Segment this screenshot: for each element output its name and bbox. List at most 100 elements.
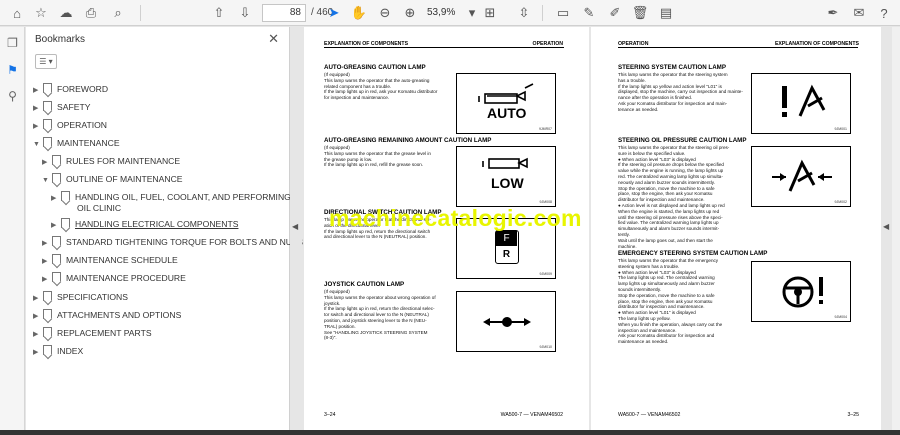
chevron-right-icon[interactable]: ▶ (51, 221, 61, 229)
section-title: AUTO-GREASING REMAINING AMOUNT CAUTION L… (324, 137, 492, 144)
chevron-right-icon[interactable]: ▶ (42, 239, 52, 247)
toolbar: ⌂ ☆ ☁ ⎙ ⌕ ⇧ ⇩ 88 / 460 ➤ ✋ ⊖ ⊕ 53,9% ▾ ⊞… (0, 0, 900, 26)
page-number-input[interactable]: 88 (262, 4, 306, 22)
bookmark-operation[interactable]: ▶ OPERATION (33, 119, 107, 130)
collapse-panel-arrow-icon[interactable]: ◀ (292, 222, 298, 231)
bookmark-specifications[interactable]: ▶ SPECIFICATIONS (33, 291, 128, 302)
bookmark-handling-electrical[interactable]: ▶ HANDLING ELECTRICAL COMPONENTS (51, 218, 238, 229)
steering-warning-icon (782, 84, 826, 117)
steering-pressure-icon (772, 159, 832, 192)
panel-splitter[interactable] (290, 27, 302, 435)
bookmark-icon (43, 119, 52, 129)
bookmarks-panel-icon[interactable]: ⚑ (4, 63, 21, 80)
bookmark-replacement-parts[interactable]: ▶ REPLACEMENT PARTS (33, 327, 152, 338)
figure-emergency-steering-lamp: 9JM004 (751, 261, 851, 322)
expand-right-pane-arrow-icon[interactable]: ◀ (883, 222, 889, 231)
chevron-down-icon[interactable]: ▼ (42, 177, 52, 184)
scroll-mode-icon[interactable]: ⇳ (514, 3, 534, 23)
panel-title: Bookmarks (35, 34, 86, 45)
vertical-scrollbar[interactable] (892, 27, 900, 435)
section-title: AUTO-GREASING CAUTION LAMP (324, 64, 426, 71)
bookmark-rules-for-maintenance[interactable]: ▶ RULES FOR MAINTENANCE (42, 155, 180, 166)
bookmark-icon (43, 327, 52, 337)
left-rail: ❐ ⚑ ⚲ (0, 27, 25, 435)
bookmark-star-icon[interactable]: ☆ (31, 3, 51, 23)
chevron-right-icon[interactable]: ▶ (42, 275, 52, 283)
bookmark-icon (61, 218, 70, 228)
section-text: (If equipped) This lamp warns the operato… (324, 289, 436, 341)
bookmark-handling-oil[interactable]: ▶ HANDLING OIL, FUEL, COOLANT, AND PERFOR… (51, 191, 291, 202)
chevron-right-icon[interactable]: ▶ (33, 312, 43, 320)
chevron-right-icon[interactable]: ▶ (33, 330, 43, 338)
figure-grease-low-lamp: LOW 9JM008 (456, 146, 556, 207)
chevron-right-icon[interactable]: ▶ (42, 257, 52, 265)
bookmark-icon (61, 191, 70, 201)
bookmark-icon (52, 173, 61, 183)
doc-code-right: WA500-7 — VENAM46502 (618, 412, 681, 418)
page-number-right: 3–25 (847, 412, 859, 418)
section-text: This lamp warns the operator that the st… (618, 72, 743, 112)
fig-label: AUTO (487, 105, 527, 121)
close-icon[interactable]: ✕ (268, 31, 279, 47)
bookmark-handling-oil-cont[interactable]: OIL CLINIC (77, 203, 121, 213)
sign-pen-icon[interactable]: ✒ (823, 3, 843, 23)
hand-tool-icon[interactable]: ✋ (349, 3, 369, 23)
chevron-right-icon[interactable]: ▶ (42, 158, 52, 166)
pages-thumbnail-icon[interactable]: ❐ (4, 36, 21, 53)
chevron-right-icon[interactable]: ▶ (51, 194, 61, 202)
delete-trash-icon[interactable]: 🗑 (630, 3, 650, 23)
chevron-right-icon[interactable]: ▶ (33, 86, 43, 94)
page-down-icon[interactable]: ⇩ (235, 3, 255, 23)
zoom-search-icon[interactable]: ⌕ (108, 3, 128, 23)
share-mail-icon[interactable]: ✉ (849, 3, 869, 23)
zoom-out-icon[interactable]: ⊖ (375, 3, 395, 23)
bookmark-icon (52, 155, 61, 165)
bookmark-icon (43, 291, 52, 301)
chevron-right-icon[interactable]: ▶ (33, 122, 43, 130)
bookmark-index[interactable]: ▶ INDEX (33, 345, 83, 356)
bookmark-icon (43, 137, 52, 147)
upload-cloud-icon[interactable]: ☁ (56, 3, 76, 23)
draw-icon[interactable]: ✐ (605, 3, 625, 23)
bookmark-maintenance-schedule[interactable]: ▶ MAINTENANCE SCHEDULE (42, 254, 178, 265)
comment-icon[interactable]: ▭ (553, 3, 573, 23)
bookmark-icon (43, 345, 52, 355)
bookmark-outline-of-maintenance[interactable]: ▼ OUTLINE OF MAINTENANCE (42, 173, 183, 184)
chevron-down-icon[interactable]: ▼ (33, 141, 43, 148)
chevron-right-icon[interactable]: ▶ (33, 294, 43, 302)
bookmark-foreword[interactable]: ▶ FOREWORD (33, 83, 108, 94)
fit-page-icon[interactable]: ⊞ (480, 3, 500, 23)
section-text: This lamp warns the operator that the st… (618, 145, 730, 249)
emergency-steering-icon (782, 276, 823, 308)
watermark-text: machinecatalogic.com (329, 205, 582, 231)
more-tools-icon[interactable]: ▤ (656, 3, 676, 23)
bookmark-attachments[interactable]: ▶ ATTACHMENTS AND OPTIONS (33, 309, 181, 320)
bookmark-tightening-torque[interactable]: ▶ STANDARD TIGHTENING TORQUE FOR BOLTS AN… (42, 236, 303, 247)
home-icon[interactable]: ⌂ (7, 3, 27, 23)
bookmark-icon (52, 254, 61, 264)
bookmark-maintenance[interactable]: ▼ MAINTENANCE (33, 137, 120, 148)
page-number-left: 3–24 (324, 412, 336, 418)
figure-steering-oil-pressure-lamp: 9JM002 (751, 146, 851, 207)
zoom-dropdown-chevron-icon[interactable]: ▾ (462, 3, 482, 23)
bookmark-icon (43, 101, 52, 111)
attachments-paperclip-icon[interactable]: ⚲ (4, 89, 21, 106)
page-up-icon[interactable]: ⇧ (209, 3, 229, 23)
doc-code-left: WA500-7 — VENAM46502 (500, 412, 563, 418)
figure-joystick-lamp: 9JM010 (456, 291, 556, 352)
chevron-right-icon[interactable]: ▶ (33, 104, 43, 112)
bookmark-options-button[interactable]: ☰ ▾ (35, 54, 57, 69)
highlight-pen-icon[interactable]: ✎ (579, 3, 599, 23)
print-icon[interactable]: ⎙ (81, 3, 101, 23)
joystick-arrows-icon (483, 317, 531, 327)
bookmark-maintenance-procedure[interactable]: ▶ MAINTENANCE PROCEDURE (42, 272, 186, 283)
chevron-right-icon[interactable]: ▶ (33, 348, 43, 356)
bookmark-icon (52, 272, 61, 282)
section-text: (If equipped) This lamp warns the operato… (324, 145, 431, 168)
fig-label: LOW (491, 175, 524, 191)
figure-auto-greasing-lamp: AUTO 9JMR07 (456, 73, 556, 134)
zoom-in-icon[interactable]: ⊕ (400, 3, 420, 23)
help-icon[interactable]: ? (874, 3, 894, 23)
select-cursor-icon[interactable]: ➤ (324, 3, 344, 23)
bookmark-safety[interactable]: ▶ SAFETY (33, 101, 90, 112)
